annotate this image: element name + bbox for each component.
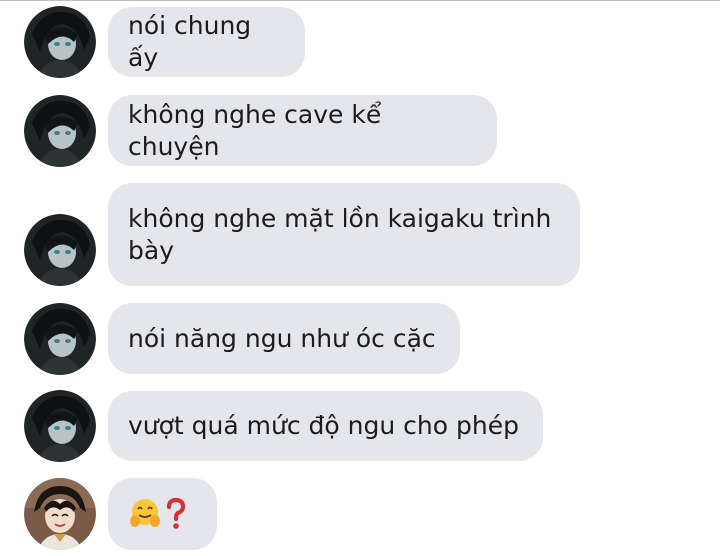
- red-question-mark-icon: [166, 497, 186, 529]
- avatar-dark-hair-image: [24, 6, 96, 78]
- message-bubble[interactable]: vượt quá mức độ ngu cho phép: [108, 391, 543, 461]
- message-bubble[interactable]: nói năng ngu như óc cặc: [108, 303, 460, 374]
- message-bubble[interactable]: không nghe mặt lồn kaigaku trình bày: [108, 183, 580, 286]
- message-text: nói năng ngu như óc cặc: [128, 323, 436, 353]
- avatar-smiling-character-image: [24, 478, 96, 550]
- message-text: vượt quá mức độ ngu cho phép: [128, 411, 519, 440]
- avatar[interactable]: [24, 214, 96, 286]
- message-text: không nghe cave kể chuyện: [128, 99, 390, 161]
- message-bubble[interactable]: [108, 478, 217, 550]
- hugging-face-icon: [130, 499, 160, 527]
- avatar[interactable]: [24, 303, 96, 375]
- message-bubble[interactable]: không nghe cave kể chuyện: [108, 95, 497, 166]
- message-text: nói chung ấy: [128, 11, 260, 72]
- avatar-dark-hair-image: [24, 95, 96, 167]
- avatar[interactable]: [24, 6, 96, 78]
- chat-thread: nói chung ấy không nghe cave kể chuyện k…: [0, 0, 720, 556]
- avatar[interactable]: [24, 478, 96, 550]
- avatar[interactable]: [24, 95, 96, 167]
- message-text: không nghe mặt lồn kaigaku trình bày: [128, 204, 552, 265]
- avatar-dark-hair-image: [24, 214, 96, 286]
- emoji-group: [128, 497, 188, 531]
- avatar-dark-hair-image: [24, 303, 96, 375]
- avatar[interactable]: [24, 390, 96, 462]
- message-bubble[interactable]: nói chung ấy: [108, 7, 305, 77]
- avatar-dark-hair-image: [24, 390, 96, 462]
